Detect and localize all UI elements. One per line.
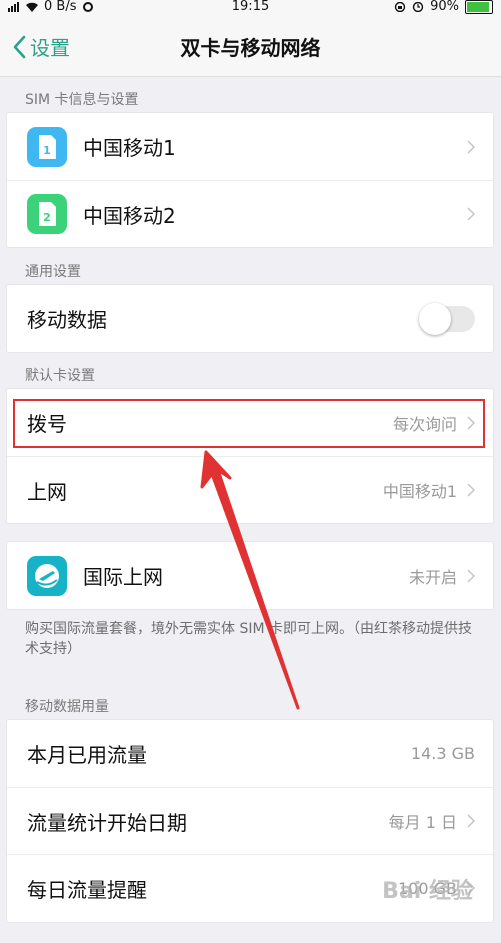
nav-bar: 设置 双卡与移动网络 <box>0 14 501 77</box>
chevron-right-icon <box>467 814 475 828</box>
used-traffic-row: 本月已用流量 14.3 GB <box>7 720 493 787</box>
mobile-data-label: 移动数据 <box>27 308 107 332</box>
roaming-label: 国际上网 <box>83 565 163 589</box>
toggle-knob <box>419 302 451 335</box>
start-date-value: 每月 1 日 <box>388 813 457 832</box>
start-date-label: 流量统计开始日期 <box>27 810 187 835</box>
chevron-right-icon <box>467 483 475 497</box>
sim-card-icon: 2 <box>27 194 67 234</box>
start-date-row[interactable]: 流量统计开始日期 每月 1 日 <box>7 787 493 854</box>
roaming-row[interactable]: 国际上网 未开启 <box>7 542 493 609</box>
battery-percent: 90% <box>430 0 459 14</box>
dial-row[interactable]: 拨号 每次询问 <box>7 389 493 456</box>
lock-rotation-icon <box>394 2 406 12</box>
internet-value: 中国移动1 <box>382 482 457 501</box>
roaming-value: 未开启 <box>408 567 457 587</box>
general-section-header: 通用设置 <box>25 264 81 280</box>
chevron-right-icon <box>467 207 475 221</box>
mobile-data-row: 移动数据 <box>7 285 493 352</box>
sim-card-icon: 1 <box>27 126 67 167</box>
sim-item-2[interactable]: 2 中国移动2 <box>7 180 493 247</box>
default-card: 拨号 每次询问 上网 中国移动1 <box>6 388 494 524</box>
internet-label: 上网 <box>27 479 67 504</box>
usage-section-header: 移动数据用量 <box>25 699 109 715</box>
internet-row[interactable]: 上网 中国移动1 <box>7 456 493 523</box>
globe-plane-icon <box>27 555 67 596</box>
chevron-right-icon <box>467 568 475 583</box>
sim-card-list: 1 中国移动1 2 中国移动2 <box>6 112 494 248</box>
watermark-logo: Bai 经验 <box>382 879 473 904</box>
roaming-description: 购买国际流量套餐，境外无需实体 SIM 卡即可上网。（由红茶移动提供技术支持） <box>25 621 472 657</box>
roaming-icon-wrap <box>27 555 67 596</box>
battery-fill <box>467 2 489 12</box>
sim-item-1[interactable]: 1 中国移动1 <box>7 113 493 180</box>
sim-1-icon-wrap: 1 <box>27 126 67 167</box>
daily-reminder-label: 每日流量提醒 <box>27 877 147 902</box>
status-bar: 0 B/s 19:15 90% <box>0 0 501 14</box>
dial-value: 每次询问 <box>392 414 457 434</box>
sim-1-label: 中国移动1 <box>83 136 176 160</box>
used-traffic-value: 14.3 GB <box>410 744 475 763</box>
alarm-icon <box>412 2 424 12</box>
sim-section-header: SIM 卡信息与设置 <box>25 92 139 108</box>
battery-icon <box>465 0 493 14</box>
used-traffic-label: 本月已用流量 <box>27 743 147 767</box>
roaming-card: 国际上网 未开启 <box>6 541 494 610</box>
chevron-right-icon <box>467 139 475 154</box>
sim-1-badge: 1 <box>43 144 51 157</box>
sim-2-icon-wrap: 2 <box>27 194 67 234</box>
sim-2-label: 中国移动2 <box>83 203 176 228</box>
sim-2-badge: 2 <box>43 211 51 224</box>
mobile-data-toggle[interactable] <box>419 302 475 335</box>
status-right: 90% <box>394 0 493 14</box>
default-section-header: 默认卡设置 <box>25 368 95 384</box>
chevron-right-icon <box>467 415 475 430</box>
dial-label: 拨号 <box>27 412 67 436</box>
general-card: 移动数据 <box>6 284 494 353</box>
page-title: 双卡与移动网络 <box>180 36 321 60</box>
